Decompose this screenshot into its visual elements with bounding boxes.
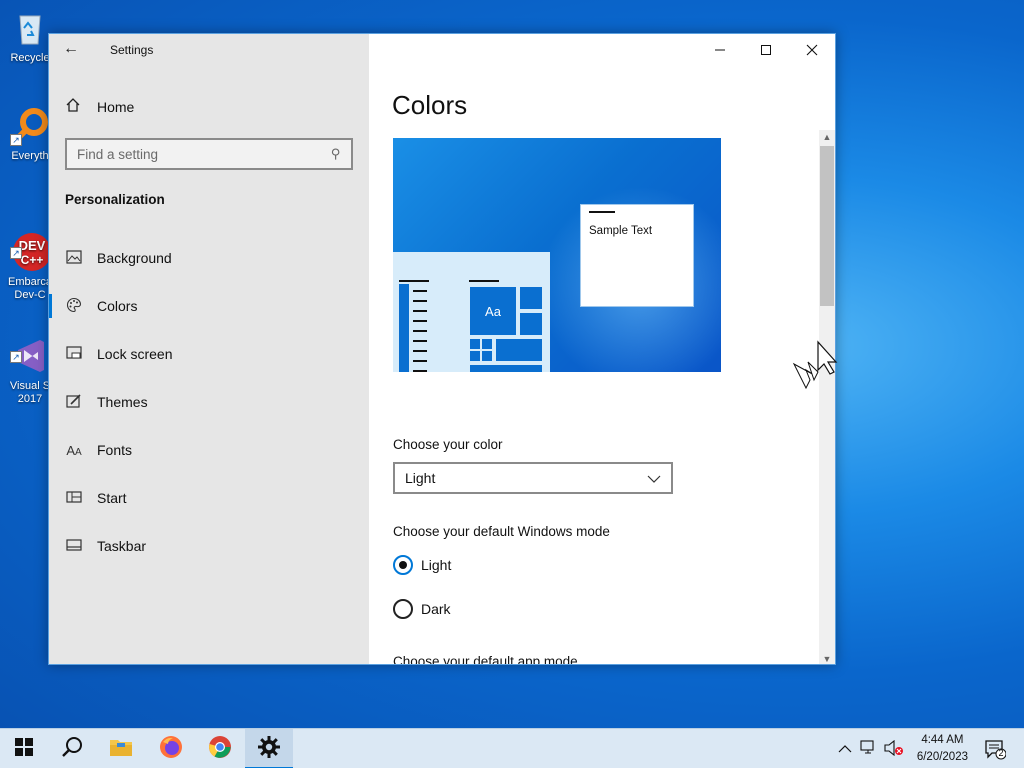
content-scrollbar[interactable]: ▲ ▼ [819,130,835,664]
chrome-button[interactable] [196,729,244,768]
sidebar-item-start[interactable]: Start [49,474,369,522]
sidebar-item-label: Start [97,490,127,506]
network-icon[interactable] [860,739,878,759]
themes-icon [65,393,83,412]
home-icon [65,97,83,117]
sidebar-item-label: Colors [97,298,138,314]
color-dropdown[interactable]: Light [393,462,673,494]
windows-mode-light-radio[interactable]: Light [393,555,451,575]
search-button[interactable] [48,729,96,768]
everything-search-icon: ↗ [10,106,50,146]
search-icon [61,736,83,763]
notification-center-button[interactable]: 2 [984,738,1007,760]
section-heading: Personalization [65,192,165,207]
fonts-icon: AA [66,442,82,458]
start-icon [65,490,83,506]
radio-label: Light [421,557,452,573]
file-explorer-button[interactable] [97,729,145,768]
color-preview: Aa Sample Text [393,138,721,372]
firefox-icon [159,735,183,764]
sidebar-item-themes[interactable]: Themes [49,378,369,426]
sidebar-item-lock-screen[interactable]: Lock screen [49,330,369,378]
clock-date: 6/20/2023 [916,751,968,763]
folder-icon [109,737,133,762]
maximize-button[interactable] [743,34,789,66]
chevron-up-icon[interactable] [838,742,852,757]
image-icon [65,249,83,267]
sidebar-item-background[interactable]: Background [49,234,369,282]
recycle-bin-icon [10,8,50,48]
find-setting-input[interactable]: Find a setting ⚲ [65,138,353,170]
preview-tiles: Aa [469,286,543,372]
scroll-down-arrow-icon[interactable]: ▼ [819,652,835,664]
gear-icon [258,735,280,763]
page-title: Colors [392,90,468,120]
windows-logo-icon [15,737,33,761]
start-button[interactable] [0,729,48,768]
shortcut-arrow-icon: ↗ [10,247,22,259]
firefox-button[interactable] [147,729,195,768]
sidebar-item-label: Themes [97,394,148,410]
window-controls [697,34,835,66]
shortcut-arrow-icon: ↗ [10,134,22,146]
windows-mode-label: Choose your default Windows mode [393,524,610,539]
preview-sample-text: Sample Text [589,225,653,237]
volume-muted-icon[interactable] [884,739,904,759]
svg-text:DEV: DEV [19,238,46,253]
devcpp-icon: DEV C++ ↗ [10,219,51,271]
system-tray [838,729,904,768]
app-mode-label: Choose your default app mode [393,654,578,664]
radio-unchecked-icon [393,599,413,619]
notification-count-badge: 2 [998,748,1004,758]
windows-mode-dark-radio[interactable]: Dark [393,599,451,619]
taskbar: 4:44 AM 6/20/2023 2 [0,728,1024,768]
home-label: Home [97,99,135,115]
close-button[interactable] [789,34,835,66]
settings-taskbar-button[interactable] [245,729,293,768]
sidebar-nav: Background Colors Lock screen Themes AA … [49,234,369,570]
taskbar-icon [65,538,83,554]
clock-time: 4:44 AM [921,734,964,746]
home-link[interactable]: Home [65,96,134,118]
sidebar-item-label: Lock screen [97,346,173,362]
colors-page: Colors Aa Sample Text Choose your color … [369,34,835,664]
settings-sidebar: ← Settings Home Find a setting ⚲ Persona… [49,34,369,664]
sidebar-item-fonts[interactable]: AA Fonts [49,426,369,474]
sidebar-item-label: Taskbar [97,538,147,554]
chevron-down-icon [647,471,661,486]
shortcut-arrow-icon: ↗ [10,351,22,363]
choose-color-label: Choose your color [393,437,503,452]
title-bar[interactable]: ← Settings [49,34,369,66]
preview-tile-aa: Aa [469,286,517,336]
radio-checked-icon [393,555,413,575]
search-placeholder: Find a setting [77,146,159,162]
minimize-button[interactable] [697,34,743,66]
mouse-cursor-icon [792,340,838,390]
scroll-up-arrow-icon[interactable]: ▲ [819,130,835,144]
clock[interactable]: 4:44 AM 6/20/2023 [917,732,968,766]
settings-window: ← Settings Home Find a setting ⚲ Persona… [48,33,836,665]
lock-screen-icon [65,345,83,363]
svg-text:C++: C++ [21,253,44,267]
palette-icon [65,297,83,316]
sidebar-item-label: Fonts [97,442,133,458]
scroll-thumb[interactable] [820,146,834,306]
search-icon: ⚲ [331,146,341,161]
preview-window: Sample Text [580,204,694,307]
chrome-icon [208,735,232,764]
back-arrow-icon[interactable]: ← [63,40,85,60]
color-dropdown-value: Light [405,470,436,486]
radio-label: Dark [421,601,451,617]
visual-studio-icon: ↗ [10,323,50,372]
sidebar-item-taskbar[interactable]: Taskbar [49,522,369,570]
sidebar-item-colors[interactable]: Colors [49,282,369,330]
preview-start-menu: Aa [393,252,550,372]
window-title: Settings [110,43,154,57]
sidebar-item-label: Background [97,250,172,266]
